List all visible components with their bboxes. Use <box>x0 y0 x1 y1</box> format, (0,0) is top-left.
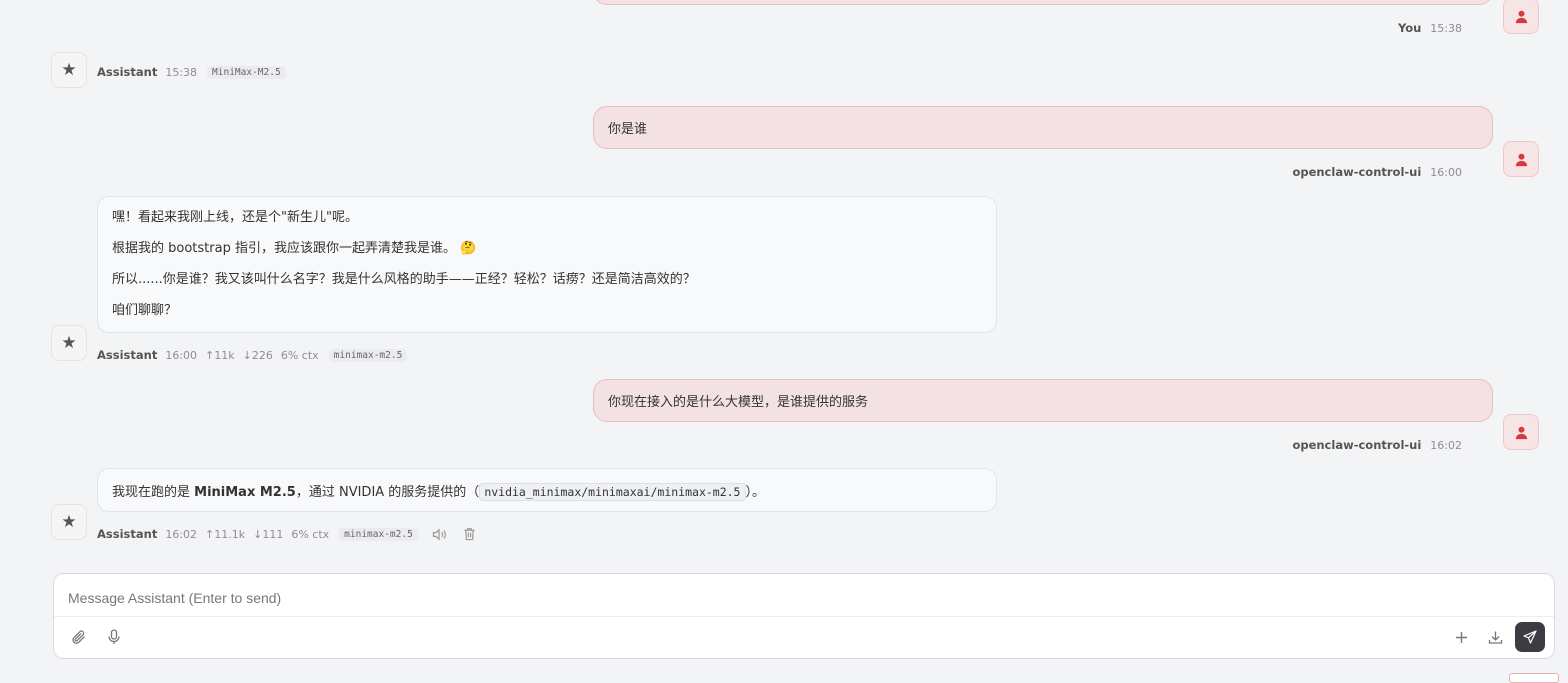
send-button[interactable] <box>1515 622 1545 652</box>
person-icon <box>1515 426 1527 439</box>
message-input[interactable] <box>68 590 1540 606</box>
assistant-avatar: ★ <box>51 52 87 88</box>
sender-name: openclaw-control-ui <box>1292 438 1422 452</box>
user-message-meta-5: openclaw-control-ui 16:02 <box>1292 438 1462 452</box>
download-icon <box>1488 631 1502 644</box>
message-time: 16:02 <box>1430 438 1462 452</box>
message-text: 你是谁 <box>608 122 648 137</box>
composer-input-row <box>68 588 1540 608</box>
context-usage: 6% ctx <box>280 348 319 362</box>
export-button[interactable] <box>1486 628 1504 646</box>
sender-name: You <box>1397 21 1422 35</box>
tokens-in: ↑11k <box>205 348 235 362</box>
star-icon: ★ <box>61 60 77 80</box>
speaker-icon <box>432 528 446 540</box>
message-time: 16:02 <box>165 527 198 541</box>
user-message-bubble-5: 你现在接入的是什么大模型，是谁提供的服务 <box>593 379 1493 422</box>
bottom-edge-badge <box>1509 673 1559 683</box>
person-icon <box>1515 10 1527 23</box>
person-icon <box>1515 153 1527 166</box>
user-avatar <box>1503 0 1539 34</box>
assistant-message-meta-4: Assistant 16:00 ↑11k ↓226 6% ctx minimax… <box>97 348 415 362</box>
user-message-meta-3: openclaw-control-ui 16:00 <box>1292 165 1462 179</box>
model-tag: minimax-m2.5 <box>328 348 408 362</box>
send-icon <box>1523 630 1537 644</box>
microphone-button[interactable] <box>105 628 123 646</box>
message-paragraph: 嘿！看起来我刚上线，还是个"新生儿"呢。 <box>112 210 358 225</box>
message-paragraph: 根据我的 bootstrap 指引，我应该跟你一起弄清楚我是谁。 🤔 <box>112 241 477 256</box>
sender-name: openclaw-control-ui <box>1292 165 1422 179</box>
message-text: 我现在跑的是 MiniMax M2.5，通过 NVIDIA 的服务提供的（ nvi… <box>112 482 766 501</box>
trash-icon <box>464 528 475 541</box>
assistant-message-bubble-4: 嘿！看起来我刚上线，还是个"新生儿"呢。 根据我的 bootstrap 指引，我… <box>97 196 997 333</box>
message-time: 16:00 <box>165 348 198 362</box>
microphone-icon <box>108 629 120 644</box>
message-time: 15:38 <box>165 65 198 79</box>
plus-icon <box>1455 631 1467 643</box>
speak-button[interactable] <box>432 528 447 541</box>
user-message-meta-1: You 15:38 <box>1398 21 1462 35</box>
message-text: 你现在接入的是什么大模型，是谁提供的服务 <box>608 395 869 410</box>
star-icon: ★ <box>61 512 77 532</box>
assistant-avatar: ★ <box>51 504 87 540</box>
paperclip-icon <box>72 630 85 644</box>
delete-button[interactable] <box>463 527 476 541</box>
assistant-message-meta-2: Assistant 15:38 MiniMax-M2.5 <box>97 65 294 79</box>
tokens-out: ↓226 <box>242 348 273 362</box>
sender-name: Assistant <box>97 65 158 79</box>
message-composer <box>53 573 1555 659</box>
assistant-avatar: ★ <box>51 325 87 361</box>
message-time: 15:38 <box>1430 21 1462 35</box>
attach-button[interactable] <box>70 628 88 646</box>
sender-name: Assistant <box>97 527 158 541</box>
assistant-message-bubble-6: 我现在跑的是 MiniMax M2.5，通过 NVIDIA 的服务提供的（ nvi… <box>97 468 997 512</box>
sender-name: Assistant <box>97 348 158 362</box>
user-message-bubble-1 <box>593 0 1493 5</box>
composer-divider <box>54 616 1554 617</box>
message-paragraph: 所以......你是谁？我又该叫什么名字？我是什么风格的助手——正经？轻松？话痨… <box>112 272 696 287</box>
thinking-emoji-icon: 🤔 <box>460 241 477 256</box>
user-message-bubble-3: 你是谁 <box>593 106 1493 149</box>
model-name-bold: MiniMax M2.5 <box>194 484 296 500</box>
model-tag: minimax-m2.5 <box>339 527 418 541</box>
context-usage: 6% ctx <box>291 527 330 541</box>
message-paragraph: 咱们聊聊？ <box>112 303 178 318</box>
new-session-button[interactable] <box>1452 628 1470 646</box>
user-avatar <box>1503 414 1539 450</box>
model-tag: MiniMax-M2.5 <box>207 65 286 79</box>
star-icon: ★ <box>61 333 77 353</box>
message-time: 16:00 <box>1430 165 1462 179</box>
tokens-in: ↑11.1k <box>205 527 246 541</box>
user-avatar <box>1503 141 1539 177</box>
assistant-message-meta-6: Assistant 16:02 ↑11.1k ↓111 6% ctx minim… <box>97 527 476 541</box>
model-path-code: nvidia_minimax/minimaxai/minimax-m2.5 <box>479 482 746 501</box>
tokens-out: ↓111 <box>253 527 284 541</box>
